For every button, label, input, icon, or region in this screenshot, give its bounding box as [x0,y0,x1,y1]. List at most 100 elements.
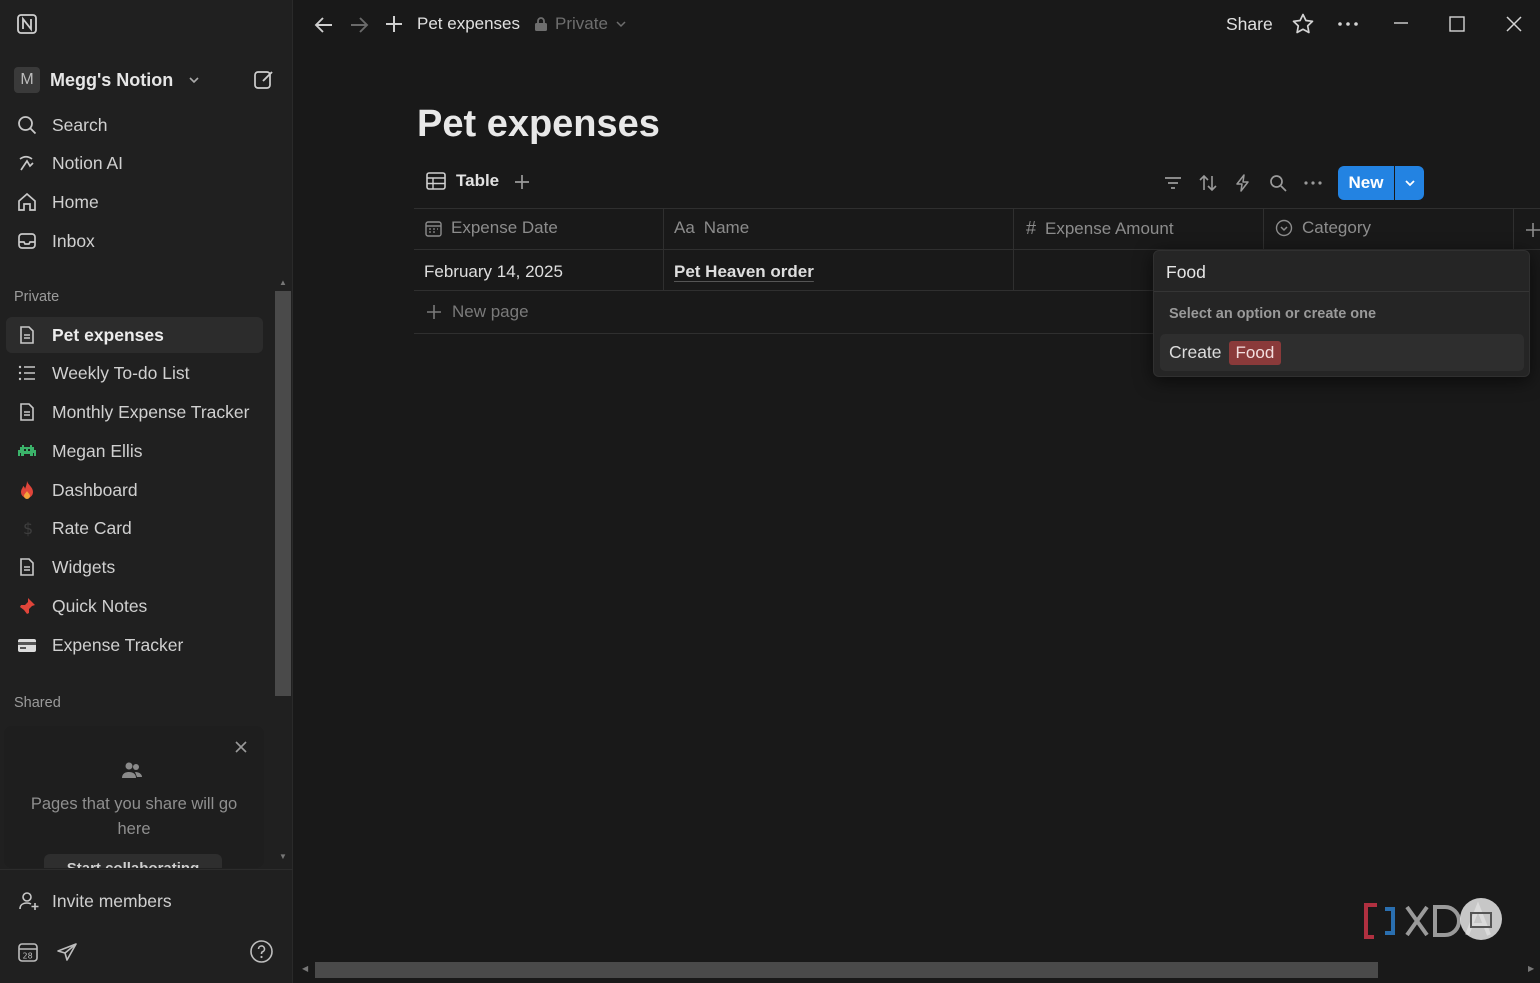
page-title[interactable]: Pet expenses [417,103,660,146]
inbox-icon [16,230,38,252]
new-options-dropdown[interactable] [1395,166,1424,200]
table-row-border [414,290,1154,291]
text-aa-icon: Aa [674,218,695,237]
automation-lightning-icon[interactable] [1233,173,1253,193]
create-option-button[interactable]: Create Food [1160,334,1524,371]
sidebar-divider [0,869,293,870]
invite-members-button[interactable]: Invite members [18,890,172,912]
new-tab-plus-icon[interactable] [383,13,405,35]
add-user-icon [18,890,40,912]
category-select-popup: Food Select an option or create one Crea… [1153,250,1530,377]
sidebar-item-dashboard[interactable]: Dashboard [6,472,263,508]
column-header-label: Expense Date [451,218,558,237]
sidebar-item-label: Inbox [52,230,95,251]
add-view-plus-icon[interactable] [512,172,532,192]
sidebar-item-search[interactable]: Search [6,107,263,143]
more-options-icon[interactable] [1336,12,1360,36]
sidebar-item-expense-tracker[interactable]: Expense Tracker [6,627,263,663]
xda-watermark-logo [1363,895,1508,947]
sidebar-item-quick-notes[interactable]: Quick Notes [6,588,263,624]
section-shared-label[interactable]: Shared [14,695,61,711]
sort-icon[interactable] [1198,173,1218,193]
column-header-label: Name [703,218,750,237]
sidebar-item-megan-ellis[interactable]: Megan Ellis [6,433,263,469]
cell-name[interactable]: Pet Heaven order [674,262,814,282]
sidebar-item-inbox[interactable]: Inbox [6,223,263,259]
pushpin-icon [16,595,38,617]
notion-logo-icon[interactable] [15,12,39,36]
new-page-row[interactable]: New page [426,302,529,322]
add-column-plus-icon[interactable] [1524,221,1540,239]
send-icon[interactable] [56,941,78,963]
star-icon[interactable] [1291,12,1315,36]
dollar-icon: $ [16,517,38,539]
sidebar-scrollbar-thumb[interactable] [275,291,291,696]
column-header-name[interactable]: Aa Name [674,218,749,238]
scroll-right-arrow-icon[interactable]: ▶ [1528,964,1534,973]
section-private-label[interactable]: Private [14,289,59,305]
shared-empty-card: Pages that you share will go here Start … [4,726,264,868]
column-header-expense-amount[interactable]: # Expense Amount [1026,218,1174,239]
cell-expense-date[interactable]: February 14, 2025 [424,262,563,282]
forward-arrow-icon[interactable] [347,13,371,37]
sidebar-item-label: Expense Tracker [52,634,184,655]
popup-divider [1154,291,1529,292]
sidebar-item-label: Rate Card [52,517,132,538]
breadcrumb[interactable]: Pet expenses [417,14,520,34]
share-button[interactable]: Share [1226,14,1273,35]
lock-icon [534,16,548,32]
page-icon [16,324,38,346]
sidebar-item-monthly-expense-tracker[interactable]: Monthly Expense Tracker [6,394,263,430]
maximize-icon[interactable] [1445,12,1469,36]
list-icon [16,362,38,384]
horizontal-scrollbar-thumb[interactable] [315,962,1378,978]
privacy-label: Private [555,14,608,33]
scroll-down-arrow-icon[interactable]: ▼ [279,852,287,861]
sidebar-item-home[interactable]: Home [6,184,263,220]
popup-hint-text: Select an option or create one [1169,306,1377,322]
calendar-icon[interactable]: 28 [17,941,39,963]
sidebar-item-widgets[interactable]: Widgets [6,549,263,585]
sidebar-item-notion-ai[interactable]: Notion AI [6,145,263,181]
sidebar-item-weekly-todo[interactable]: Weekly To-do List [6,355,263,391]
shared-empty-text: Pages that you share will go here [30,795,238,838]
tab-table-view[interactable]: Table [426,171,499,191]
sidebar-item-label: Megan Ellis [52,440,143,461]
minimize-icon[interactable] [1389,12,1413,36]
sidebar-item-label: Monthly Expense Tracker [52,401,250,422]
more-options-icon[interactable] [1303,173,1323,193]
home-icon [16,191,38,213]
scroll-up-arrow-icon[interactable]: ▲ [279,278,287,287]
space-invader-icon [16,440,38,462]
scroll-left-arrow-icon[interactable]: ◀ [302,964,308,973]
new-record-button[interactable]: New [1338,166,1394,200]
close-window-icon[interactable] [1502,12,1526,36]
sidebar-item-label: Notion AI [52,152,124,173]
workspace-name: Megg's Notion [50,69,174,90]
back-arrow-icon[interactable] [312,13,336,37]
help-icon[interactable] [249,939,274,964]
option-search-input[interactable]: Food [1166,262,1206,283]
option-tag: Food [1228,340,1282,365]
workspace-avatar: M [14,67,40,93]
filter-icon[interactable] [1163,173,1183,193]
column-header-label: Expense Amount [1045,218,1174,238]
people-icon [120,758,144,782]
sidebar-item-rate-card[interactable]: $ Rate Card [6,510,263,546]
sidebar-item-label: Pet expenses [52,324,164,345]
sidebar-item-label: Home [52,191,99,212]
new-page-icon[interactable] [252,67,276,91]
workspace-switcher[interactable]: M Megg's Notion [14,66,201,94]
column-header-category[interactable]: Category [1275,218,1371,238]
privacy-dropdown[interactable]: Private [534,14,627,34]
search-icon[interactable] [1268,173,1288,193]
sidebar: M Megg's Notion Search Notion AI Home In… [0,0,293,983]
plus-icon [426,304,442,320]
chevron-down-icon [1403,176,1417,190]
column-header-expense-date[interactable]: Expense Date [425,218,558,238]
sidebar-item-pet-expenses[interactable]: Pet expenses [6,317,263,353]
close-icon[interactable] [232,738,250,756]
sidebar-item-label: Weekly To-do List [52,362,190,383]
sidebar-item-label: Quick Notes [52,595,148,616]
start-collaborating-button[interactable]: Start collaborating [44,854,222,868]
